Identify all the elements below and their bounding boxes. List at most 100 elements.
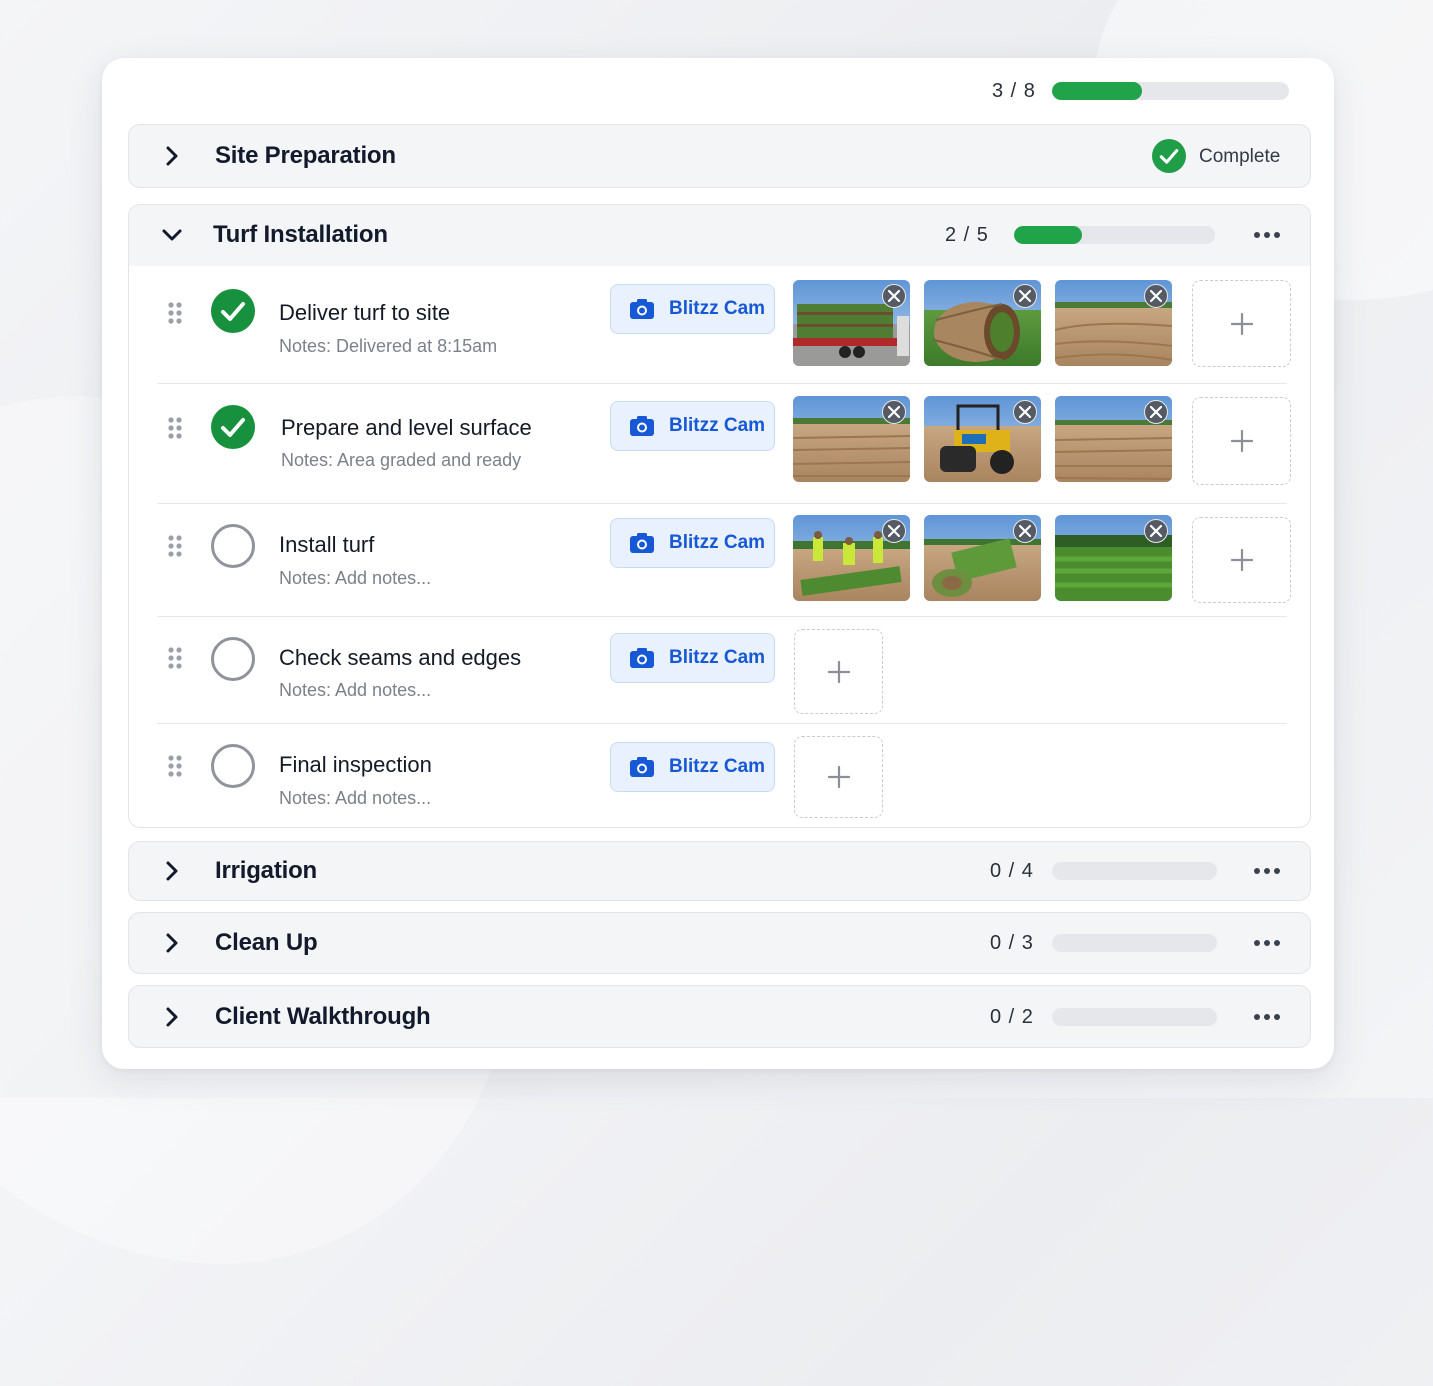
section-turf-installation: Turf Installation 2 / 5 Deliver turf to … (128, 204, 1311, 828)
task-checkbox[interactable] (211, 524, 255, 568)
photo-thumbnail[interactable] (924, 280, 1041, 366)
section-progress-bar (1052, 862, 1217, 880)
overall-progress-bar (1052, 82, 1289, 100)
camera-button-label: Blitzz Cam (669, 647, 766, 668)
task-title: Final inspection (279, 752, 432, 777)
plus-icon (827, 660, 850, 683)
add-photo-button[interactable] (794, 629, 883, 714)
drag-handle-icon[interactable] (168, 755, 182, 777)
camera-icon (630, 299, 654, 319)
photo-thumbnail[interactable] (1055, 280, 1172, 366)
chevron-right-icon[interactable] (159, 930, 185, 956)
photo-thumbnail[interactable] (924, 515, 1041, 601)
blitzz-cam-button[interactable]: Blitzz Cam (610, 401, 775, 451)
photo-thumbnail[interactable] (793, 396, 910, 482)
remove-photo-button[interactable] (882, 519, 906, 543)
section-title: Irrigation (215, 857, 318, 884)
photo-thumbnail[interactable] (793, 515, 910, 601)
plus-icon (1230, 549, 1253, 571)
task-checkbox[interactable] (211, 637, 255, 681)
close-icon (1150, 406, 1162, 418)
camera-button-label: Blitzz Cam (669, 532, 766, 553)
blitzz-cam-button[interactable]: Blitzz Cam (610, 633, 775, 683)
drag-handle-icon[interactable] (168, 535, 182, 557)
task-row: Final inspection Notes: Add notes... Bli… (129, 724, 1310, 827)
drag-handle-icon[interactable] (168, 417, 182, 439)
section-title: Site Preparation (215, 142, 396, 169)
remove-photo-button[interactable] (882, 400, 906, 424)
section-progress-count: 0 / 3 (990, 932, 1034, 954)
camera-button-label: Blitzz Cam (669, 298, 766, 319)
chevron-right-icon[interactable] (159, 143, 185, 169)
section-title: Clean Up (215, 929, 318, 956)
chevron-down-icon[interactable] (159, 222, 185, 248)
task-notes[interactable]: Notes: Add notes... (279, 788, 431, 809)
task-notes[interactable]: Notes: Add notes... (279, 568, 431, 589)
camera-button-label: Blitzz Cam (669, 756, 766, 777)
section-site-preparation[interactable]: Site Preparation Complete (128, 124, 1311, 188)
camera-icon (630, 533, 654, 553)
section-progress-bar (1014, 226, 1215, 244)
remove-photo-button[interactable] (1013, 519, 1037, 543)
plus-icon (1230, 430, 1253, 452)
remove-photo-button[interactable] (1013, 400, 1037, 424)
chevron-right-icon[interactable] (159, 1004, 185, 1030)
close-icon (1019, 406, 1031, 418)
remove-photo-button[interactable] (882, 284, 906, 308)
task-title: Install turf (279, 532, 375, 557)
task-checkbox[interactable] (211, 289, 255, 333)
blitzz-cam-button[interactable]: Blitzz Cam (610, 742, 775, 792)
section-client-walkthrough[interactable]: Client Walkthrough 0 / 2 (128, 985, 1311, 1048)
task-checkbox[interactable] (211, 744, 255, 788)
remove-photo-button[interactable] (1144, 284, 1168, 308)
section-progress-count: 0 / 2 (990, 1006, 1034, 1028)
close-icon (1150, 290, 1162, 302)
plus-icon (1230, 312, 1253, 335)
remove-photo-button[interactable] (1144, 519, 1168, 543)
drag-handle-icon[interactable] (168, 647, 182, 669)
close-icon (1019, 525, 1031, 537)
section-irrigation[interactable]: Irrigation 0 / 4 (128, 841, 1311, 901)
close-icon (888, 525, 900, 537)
task-notes[interactable]: Notes: Add notes... (279, 680, 431, 701)
add-photo-button[interactable] (1192, 280, 1291, 367)
remove-photo-button[interactable] (1144, 400, 1168, 424)
task-title: Prepare and level surface (281, 415, 532, 440)
camera-icon (630, 416, 654, 436)
remove-photo-button[interactable] (1013, 284, 1037, 308)
section-progress-bar (1052, 934, 1217, 952)
section-title: Client Walkthrough (215, 1003, 431, 1030)
task-notes[interactable]: Notes: Delivered at 8:15am (279, 336, 497, 357)
checklist-card: 3 / 8 Site Preparation Complete Turf Ins… (102, 58, 1334, 1069)
task-title: Deliver turf to site (279, 300, 451, 325)
chevron-right-icon[interactable] (159, 858, 185, 884)
section-progress-count: 0 / 4 (990, 860, 1034, 882)
section-header[interactable]: Turf Installation 2 / 5 (129, 205, 1310, 266)
checkmark-icon (221, 302, 245, 321)
add-photo-button[interactable] (794, 736, 883, 818)
add-photo-button[interactable] (1192, 397, 1291, 485)
section-progress-count: 2 / 5 (945, 224, 989, 246)
task-row: Check seams and edges Notes: Add notes..… (129, 617, 1310, 724)
more-icon[interactable] (1253, 1013, 1281, 1021)
photo-thumbnail[interactable] (1055, 396, 1172, 482)
close-icon (888, 406, 900, 418)
section-clean-up[interactable]: Clean Up 0 / 3 (128, 912, 1311, 974)
more-icon[interactable] (1253, 867, 1281, 875)
check-circle-icon (1152, 139, 1186, 173)
blitzz-cam-button[interactable]: Blitzz Cam (610, 518, 775, 568)
photo-thumbnail[interactable] (924, 396, 1041, 482)
more-icon[interactable] (1253, 231, 1281, 239)
task-notes[interactable]: Notes: Area graded and ready (281, 450, 521, 471)
photo-thumbnail[interactable] (793, 280, 910, 366)
task-checkbox[interactable] (211, 405, 255, 449)
task-row: Deliver turf to site Notes: Delivered at… (129, 266, 1310, 384)
add-photo-button[interactable] (1192, 517, 1291, 603)
blitzz-cam-button[interactable]: Blitzz Cam (610, 284, 775, 334)
close-icon (888, 290, 900, 302)
photo-thumbnail[interactable] (1055, 515, 1172, 601)
plus-icon (827, 766, 850, 788)
more-icon[interactable] (1253, 939, 1281, 947)
close-icon (1019, 290, 1031, 302)
drag-handle-icon[interactable] (168, 302, 182, 324)
